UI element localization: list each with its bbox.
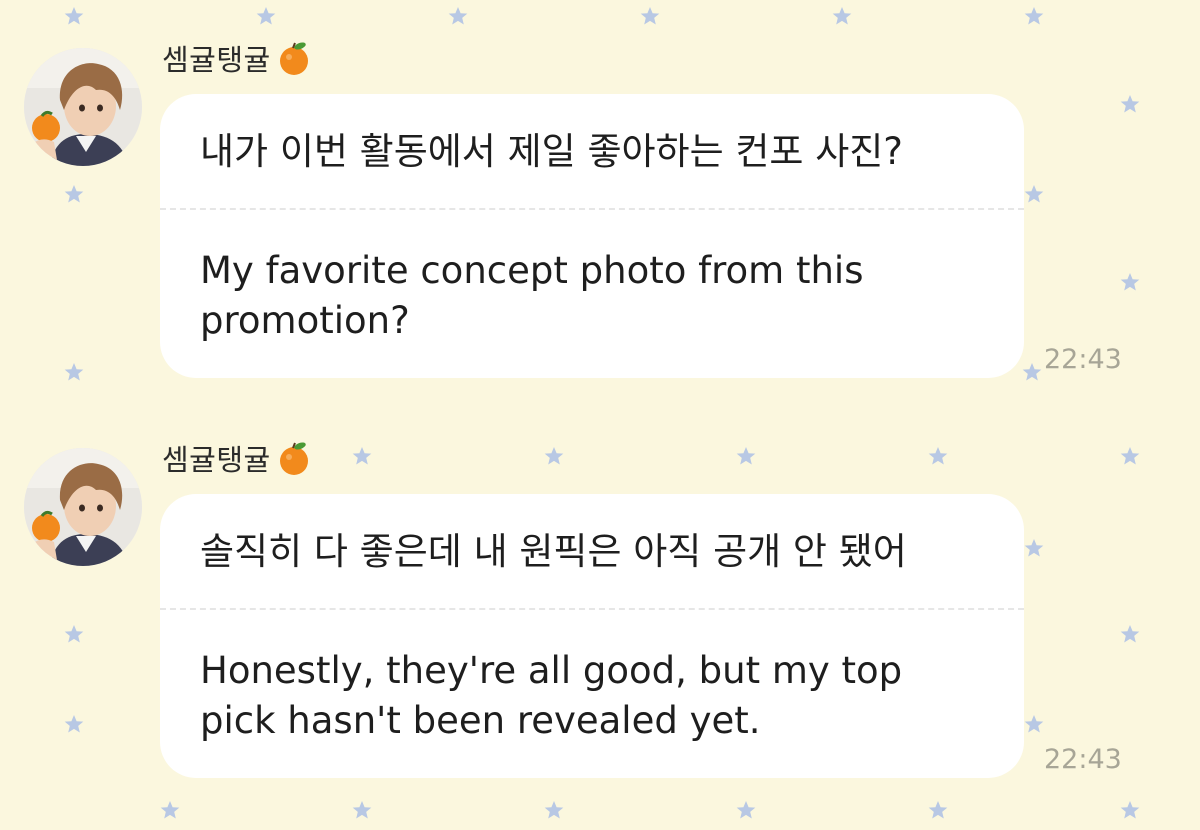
message-text-korean: 솔직히 다 좋은데 내 원픽은 아직 공개 안 됐어 (200, 530, 907, 573)
message-bubble[interactable]: 내가 이번 활동에서 제일 좋아하는 컨포 사진? My favorite co… (160, 94, 1024, 378)
chat-message: 셈귤탱귤 솔직히 다 좋은데 내 원픽은 아직 공개 안 됐어 Honestly… (0, 436, 1200, 796)
sender-row: 셈귤탱귤 (162, 36, 313, 80)
sender-name: 셈귤탱귤 (162, 443, 271, 477)
star-icon (1120, 801, 1140, 819)
message-bubble[interactable]: 솔직히 다 좋은데 내 원픽은 아직 공개 안 됐어 Honestly, the… (160, 494, 1024, 778)
star-icon (1024, 7, 1044, 25)
avatar[interactable] (24, 448, 142, 566)
star-icon (544, 801, 564, 819)
chat-message: 셈귤탱귤 내가 이번 활동에서 제일 좋아하는 컨포 사진? My favori… (0, 36, 1200, 386)
star-icon (640, 7, 660, 25)
star-icon (736, 801, 756, 819)
star-icon (160, 801, 180, 819)
star-icon (256, 7, 276, 25)
message-text-english: Honestly, they're all good, but my top p… (200, 649, 903, 742)
message-timestamp: 22:43 (1044, 744, 1122, 775)
message-divider (160, 208, 1024, 210)
avatar[interactable] (24, 48, 142, 166)
message-text-korean: 내가 이번 활동에서 제일 좋아하는 컨포 사진? (200, 130, 903, 173)
message-divider (160, 608, 1024, 610)
star-icon (352, 801, 372, 819)
message-text-english: My favorite concept photo from this prom… (200, 249, 864, 342)
star-icon (64, 7, 84, 25)
tangerine-icon (279, 42, 308, 75)
sender-name: 셈귤탱귤 (162, 43, 271, 77)
sender-row: 셈귤탱귤 (162, 436, 313, 480)
star-icon (448, 7, 468, 25)
message-timestamp: 22:43 (1044, 344, 1122, 375)
star-icon (832, 7, 852, 25)
star-icon (928, 801, 948, 819)
tangerine-icon (279, 442, 308, 475)
